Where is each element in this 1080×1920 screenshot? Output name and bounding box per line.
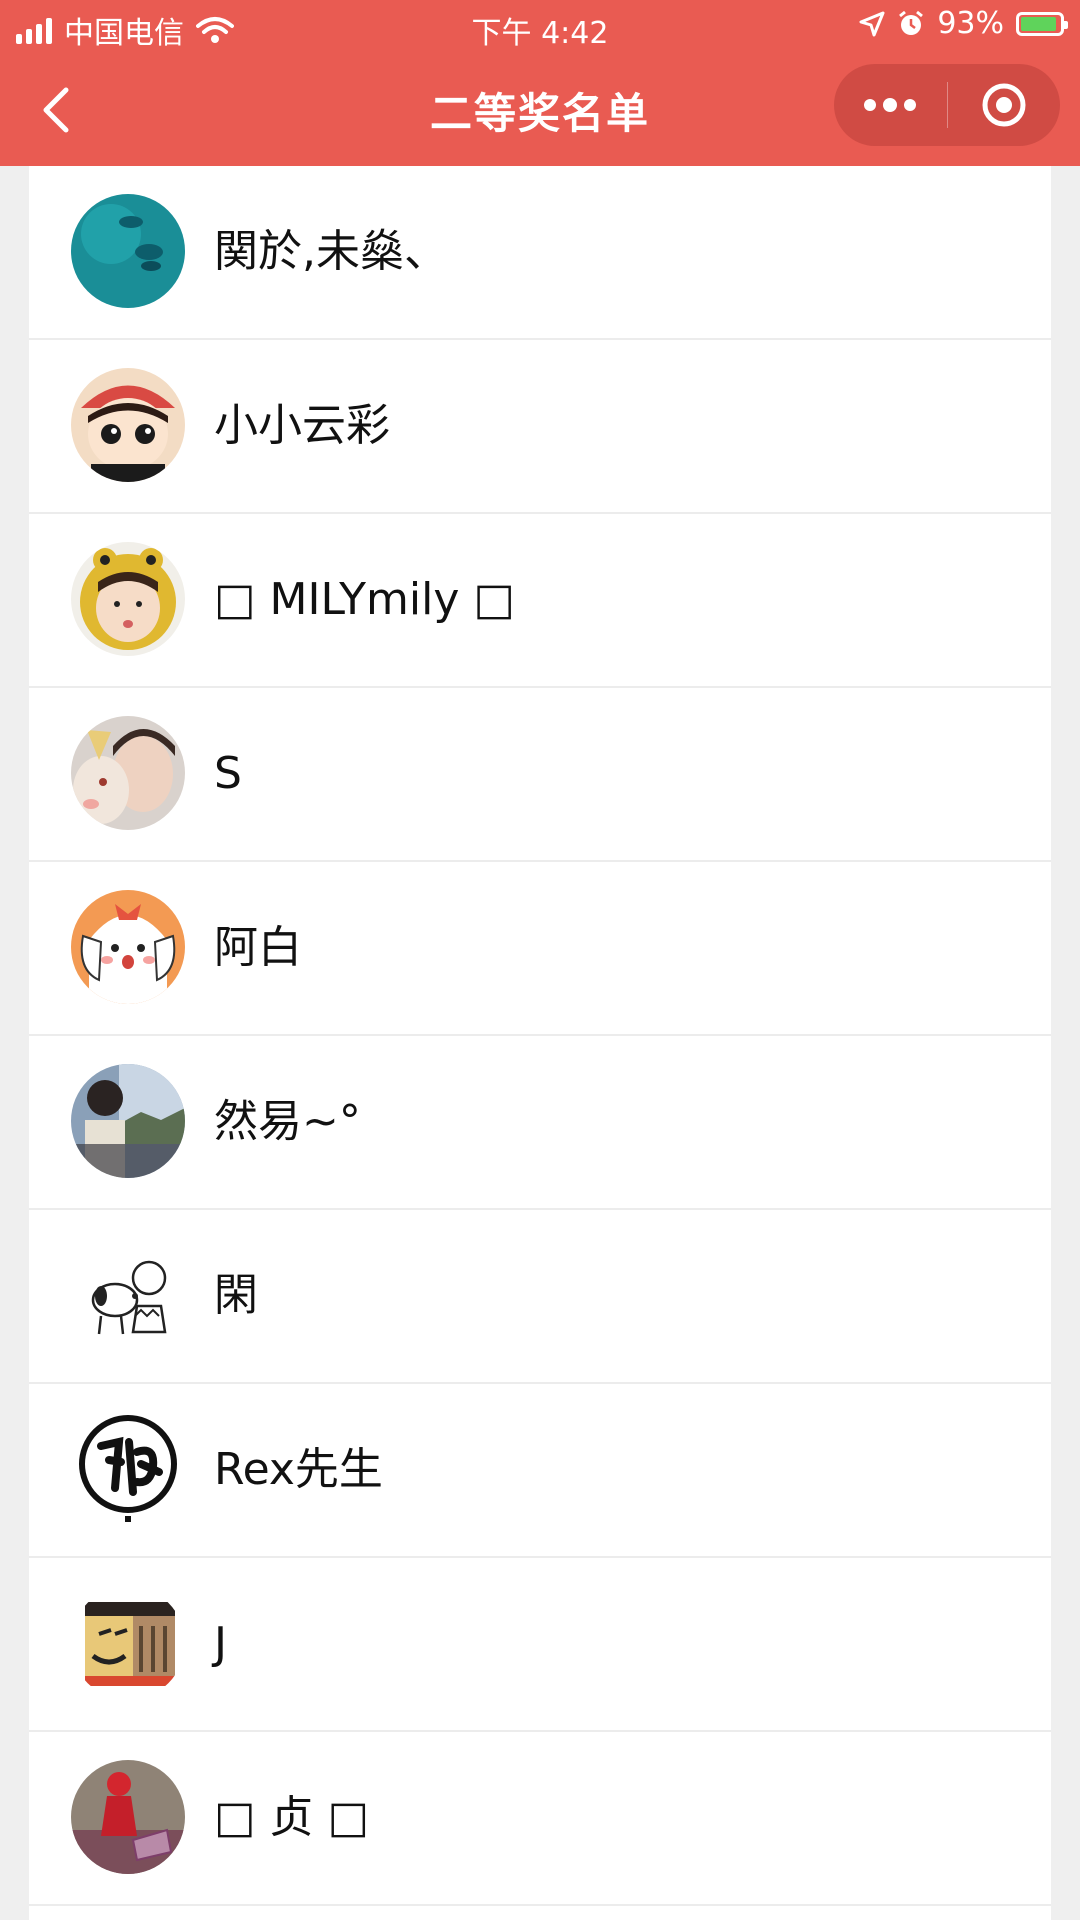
teal-water-avatar-icon xyxy=(71,194,185,308)
snoopy-charlie-avatar-icon xyxy=(71,1238,185,1352)
cartoon-puppy-avatar-icon xyxy=(71,890,185,1004)
list-item[interactable]: 閑 xyxy=(29,1210,1051,1384)
winner-name: J xyxy=(214,1618,227,1669)
battery-fill xyxy=(1021,16,1057,31)
red-figure-photo-avatar-icon xyxy=(71,1760,185,1874)
girl-yellow-frog-hat-avatar-icon xyxy=(71,542,185,656)
avatar xyxy=(71,716,185,830)
avatar xyxy=(71,368,185,482)
cartoon-girl-red-hat-avatar-icon xyxy=(71,368,185,482)
winner-name: 関於,未燊、 xyxy=(214,226,448,277)
winner-name: 閑 xyxy=(214,1270,258,1321)
girl-with-plush-avatar-icon xyxy=(71,716,185,830)
target-circle-icon xyxy=(982,83,1026,127)
avatar xyxy=(71,1064,185,1178)
tiki-mask-avatar-icon xyxy=(71,1586,185,1700)
avatar xyxy=(71,1412,185,1526)
list-item[interactable]: □ MILYmily □ xyxy=(29,514,1051,688)
winner-list: 関於,未燊、 小小云彩 □ MILYmily □ S 阿白 然易~° 閑 Rex… xyxy=(29,166,1051,1920)
avatar xyxy=(71,194,185,308)
winner-name: 小小云彩 xyxy=(214,400,390,451)
location-arrow-icon xyxy=(859,11,885,36)
list-item[interactable]: 然易~° xyxy=(29,1036,1051,1210)
more-dots-icon xyxy=(864,98,917,112)
winner-name: 阿白 xyxy=(214,922,302,973)
boy-by-window-avatar-icon xyxy=(71,1064,185,1178)
battery-percent: 93% xyxy=(937,6,1004,41)
mini-program-capsule xyxy=(834,64,1060,146)
avatar xyxy=(71,1760,185,1874)
list-item[interactable]: □ 贞 □ xyxy=(29,1732,1051,1906)
list-item[interactable]: S xyxy=(29,688,1051,862)
winner-name: Rex先生 xyxy=(214,1444,383,1495)
avatar xyxy=(71,1586,185,1700)
list-item[interactable]: Rex先生 xyxy=(29,1384,1051,1558)
avatar xyxy=(71,1238,185,1352)
list-item[interactable]: 小小云彩 xyxy=(29,340,1051,514)
calligraphy-seal-avatar-icon xyxy=(71,1412,185,1526)
winner-name: S xyxy=(214,748,242,799)
list-item[interactable]: J xyxy=(29,1558,1051,1732)
close-button[interactable] xyxy=(948,64,1061,146)
alarm-icon xyxy=(899,10,924,35)
top-bar: 中国电信 下午 4:42 93% 二等奖名单 xyxy=(0,0,1080,166)
winner-name: 然易~° xyxy=(214,1096,361,1147)
list-item[interactable]: 阿白 xyxy=(29,862,1051,1036)
battery-icon xyxy=(1016,11,1068,36)
list-item[interactable]: 関於,未燊、 xyxy=(29,166,1051,340)
avatar xyxy=(71,542,185,656)
winner-name: □ 贞 □ xyxy=(214,1792,370,1843)
avatar xyxy=(71,890,185,1004)
navigation-bar: 二等奖名单 xyxy=(0,54,1080,166)
status-bar: 中国电信 下午 4:42 93% xyxy=(0,0,1080,54)
more-button[interactable] xyxy=(834,64,947,146)
winner-name: □ MILYmily □ xyxy=(214,574,515,625)
